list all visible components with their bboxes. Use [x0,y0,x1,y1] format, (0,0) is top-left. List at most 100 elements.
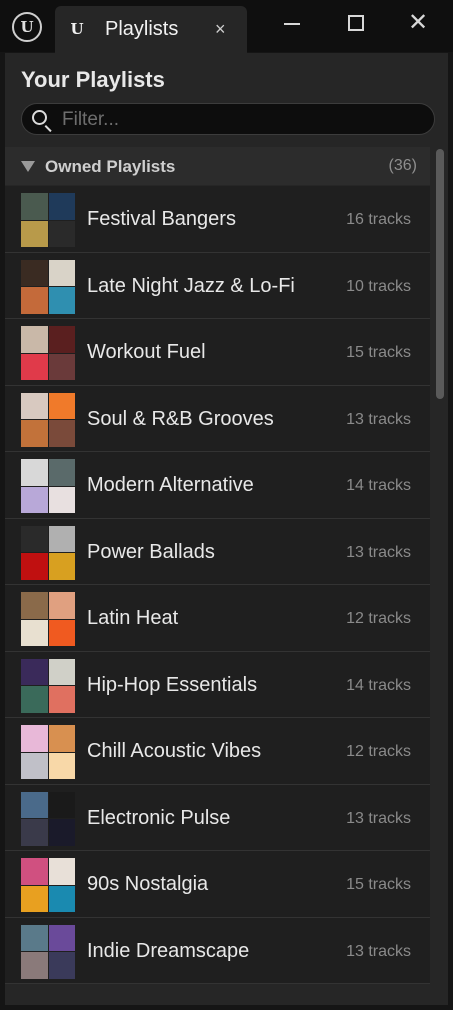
cover-tile [48,885,75,912]
cover-tile [21,924,48,951]
playlist-cover-image [21,858,75,912]
cover-tile [21,420,48,447]
cover-tile [21,220,48,247]
playlist-cover-image [21,658,75,713]
cover-tile [48,459,75,486]
cover-tile [48,752,75,779]
cover-tile [48,952,75,979]
playlist-cover-image [21,525,75,580]
playlist-name: Indie Dreamscape [87,939,250,962]
playlist-cover-image [21,459,75,513]
playlist-name: Electronic Pulse [87,806,231,829]
playlist-row[interactable]: Electronic Pulse 13 tracks [5,784,430,851]
playlist-row[interactable]: Chill Acoustic Vibes 12 tracks [5,718,430,785]
playlist-cover-image [21,259,75,314]
playlist-row[interactable]: Soul & R&B Grooves 13 tracks [5,385,430,452]
cover-tile [48,819,75,846]
cover-tile [21,658,48,685]
tab-close-icon[interactable]: × [215,19,226,40]
cover-tile [21,193,48,220]
maximize-icon[interactable] [335,6,375,40]
cover-tile [48,858,75,885]
scrollbar[interactable] [435,149,445,999]
playlist-track-count: 13 tracks [346,942,411,960]
cover-tile [48,353,75,380]
filter-input[interactable] [60,105,424,135]
search-icon [32,110,47,125]
cover-tile [48,658,75,685]
playlist-cover-image [21,791,75,846]
playlist-name: Soul & R&B Grooves [87,407,274,430]
playlist-cover-image [21,392,75,447]
page-title: Your Playlists [21,67,165,92]
cover-tile [48,420,75,447]
playlist-row[interactable]: Power Ballads 13 tracks [5,518,430,585]
playlist-track-count: 16 tracks [346,211,411,228]
cover-tile [21,752,48,779]
playlist-row[interactable]: Latin Heat 12 tracks [5,585,430,652]
cover-tile [21,791,48,818]
minimize-icon[interactable] [272,6,312,40]
cover-tile [48,392,75,419]
playlist-track-count: 12 tracks [346,610,411,627]
cover-tile [48,486,75,513]
playlist-name: Workout Fuel [87,341,206,363]
playlist-name: Power Ballads [87,540,215,563]
cover-tile [48,791,75,818]
playlist-row[interactable]: Hip-Hop Essentials 14 tracks [5,651,430,718]
section-title: Owned Playlists [45,157,176,176]
filter-box[interactable] [21,103,435,135]
cover-tile [21,952,48,979]
cover-tile [21,592,48,619]
tab-title: Playlists [105,18,179,40]
playlist-list: Festival Bangers 16 tracks Late Night Jazz… [5,186,430,984]
collapse-triangle-icon[interactable] [21,161,35,172]
playlist-cover-image [21,592,75,646]
playlist-name: Festival Bangers [87,208,236,230]
cover-tile [21,353,48,380]
playlist-track-count: 13 tracks [346,809,411,827]
playlist-row[interactable]: Indie Dreamscape 13 tracks [5,917,430,984]
cover-tile [21,858,48,885]
cover-tile [48,924,75,951]
cover-tile [48,326,75,353]
playlist-name: Latin Heat [87,607,179,629]
cover-tile [21,819,48,846]
cover-tile [48,220,75,247]
playlist-name: 90s Nostalgia [87,873,209,895]
playlist-track-count: 14 tracks [346,477,411,494]
playlist-track-count: 10 tracks [346,277,411,295]
window-close-icon[interactable]: ✕ [398,6,438,40]
playlist-name: Late Night Jazz & Lo-Fi [87,274,295,297]
tab-playlists[interactable]: U Playlists × [55,6,247,53]
cover-tile [21,392,48,419]
playlist-cover-image [21,193,75,247]
playlist-track-count: 13 tracks [346,410,411,428]
playlist-row[interactable]: Modern Alternative 14 tracks [5,452,430,519]
unreal-engine-icon: U [70,20,84,38]
playlist-row[interactable]: Workout Fuel 15 tracks [5,319,430,386]
section-count: (36) [388,157,417,174]
playlist-row[interactable]: Late Night Jazz & Lo-Fi 10 tracks [5,252,430,319]
cover-tile [48,619,75,646]
playlist-track-count: 13 tracks [346,543,411,561]
playlist-row[interactable]: 90s Nostalgia 15 tracks [5,851,430,918]
scrollbar-thumb[interactable] [436,149,444,399]
cover-tile [48,725,75,752]
owned-playlists-header[interactable]: Owned Playlists (36) [5,147,430,185]
playlist-name: Hip-Hop Essentials [87,673,258,696]
playlist-track-count: 14 tracks [346,676,411,694]
cover-tile [48,553,75,580]
cover-tile [48,287,75,314]
playlist-track-count: 15 tracks [346,344,411,361]
cover-tile [21,459,48,486]
unreal-engine-logo-icon[interactable]: U [12,12,42,42]
playlist-name: Modern Alternative [87,474,254,496]
cover-tile [21,619,48,646]
playlist-row[interactable]: Festival Bangers 16 tracks [5,186,430,253]
cover-tile [48,592,75,619]
cover-tile [48,259,75,286]
cover-tile [21,486,48,513]
cover-tile [48,525,75,552]
cover-tile [48,686,75,713]
